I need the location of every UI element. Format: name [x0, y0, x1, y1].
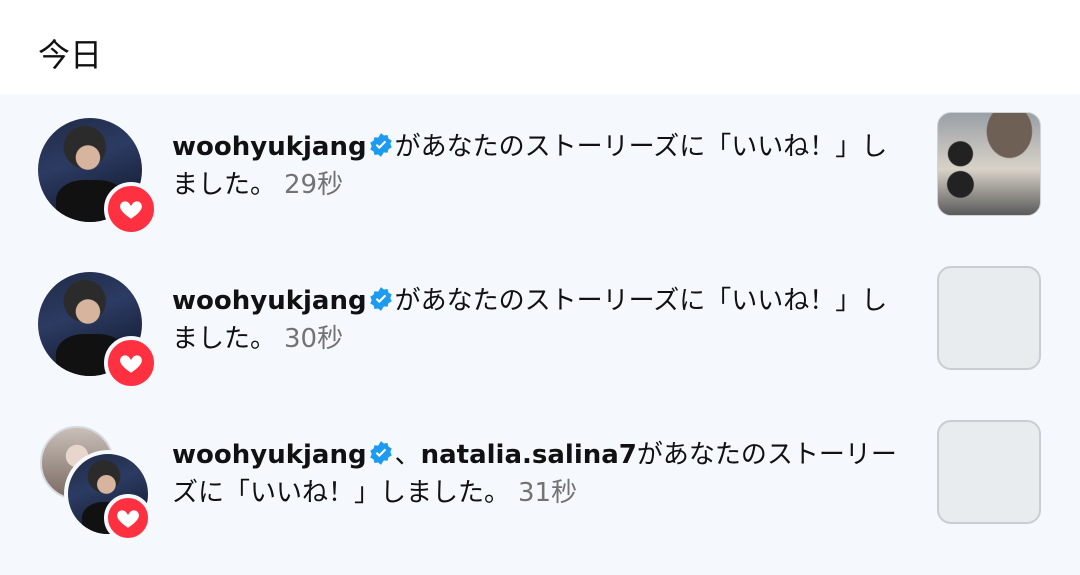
notification-text: woohyukjang があなたのストーリーズに「いいね！」しました。 30秒: [172, 282, 912, 358]
timestamp: 30秒: [284, 324, 344, 354]
notification-list: woohyukjang があなたのストーリーズに「いいね！」しました。 29秒 wo…: [0, 94, 1080, 575]
verified-badge-icon: [369, 133, 392, 157]
notification-row[interactable]: woohyukjang があなたのストーリーズに「いいね！」しました。 30秒: [0, 266, 1080, 416]
notification-row[interactable]: woohyukjang があなたのストーリーズに「いいね！」しました。 29秒: [0, 112, 1080, 262]
notification-text: woohyukjang 、natalia.salina7があなたのストーリーズに「…: [172, 436, 912, 512]
verified-badge-icon: [369, 441, 392, 465]
verified-badge-icon: [369, 287, 392, 311]
notification-row[interactable]: woohyukjang 、natalia.salina7があなたのストーリーズに「…: [0, 420, 1080, 570]
section-title: 今日: [38, 36, 103, 74]
avatar-group[interactable]: [38, 426, 152, 542]
notification-text: woohyukjang があなたのストーリーズに「いいね！」しました。 29秒: [172, 128, 912, 204]
username-link[interactable]: woohyukjang: [172, 440, 367, 470]
timestamp: 31秒: [518, 478, 578, 508]
timestamp: 29秒: [284, 170, 344, 200]
heart-icon: [104, 336, 158, 390]
avatar-group[interactable]: [38, 272, 158, 390]
story-thumbnail[interactable]: [937, 266, 1041, 370]
avatar-group[interactable]: [38, 118, 158, 236]
username-link[interactable]: woohyukjang: [172, 286, 367, 316]
story-thumbnail[interactable]: [937, 420, 1041, 524]
username-link[interactable]: woohyukjang: [172, 132, 367, 162]
section-header: 今日: [0, 0, 1080, 94]
name-separator: 、: [394, 440, 421, 470]
heart-icon: [104, 494, 152, 542]
heart-icon: [104, 182, 158, 236]
story-thumbnail[interactable]: [937, 112, 1041, 216]
username-link[interactable]: natalia.salina7: [421, 440, 637, 470]
